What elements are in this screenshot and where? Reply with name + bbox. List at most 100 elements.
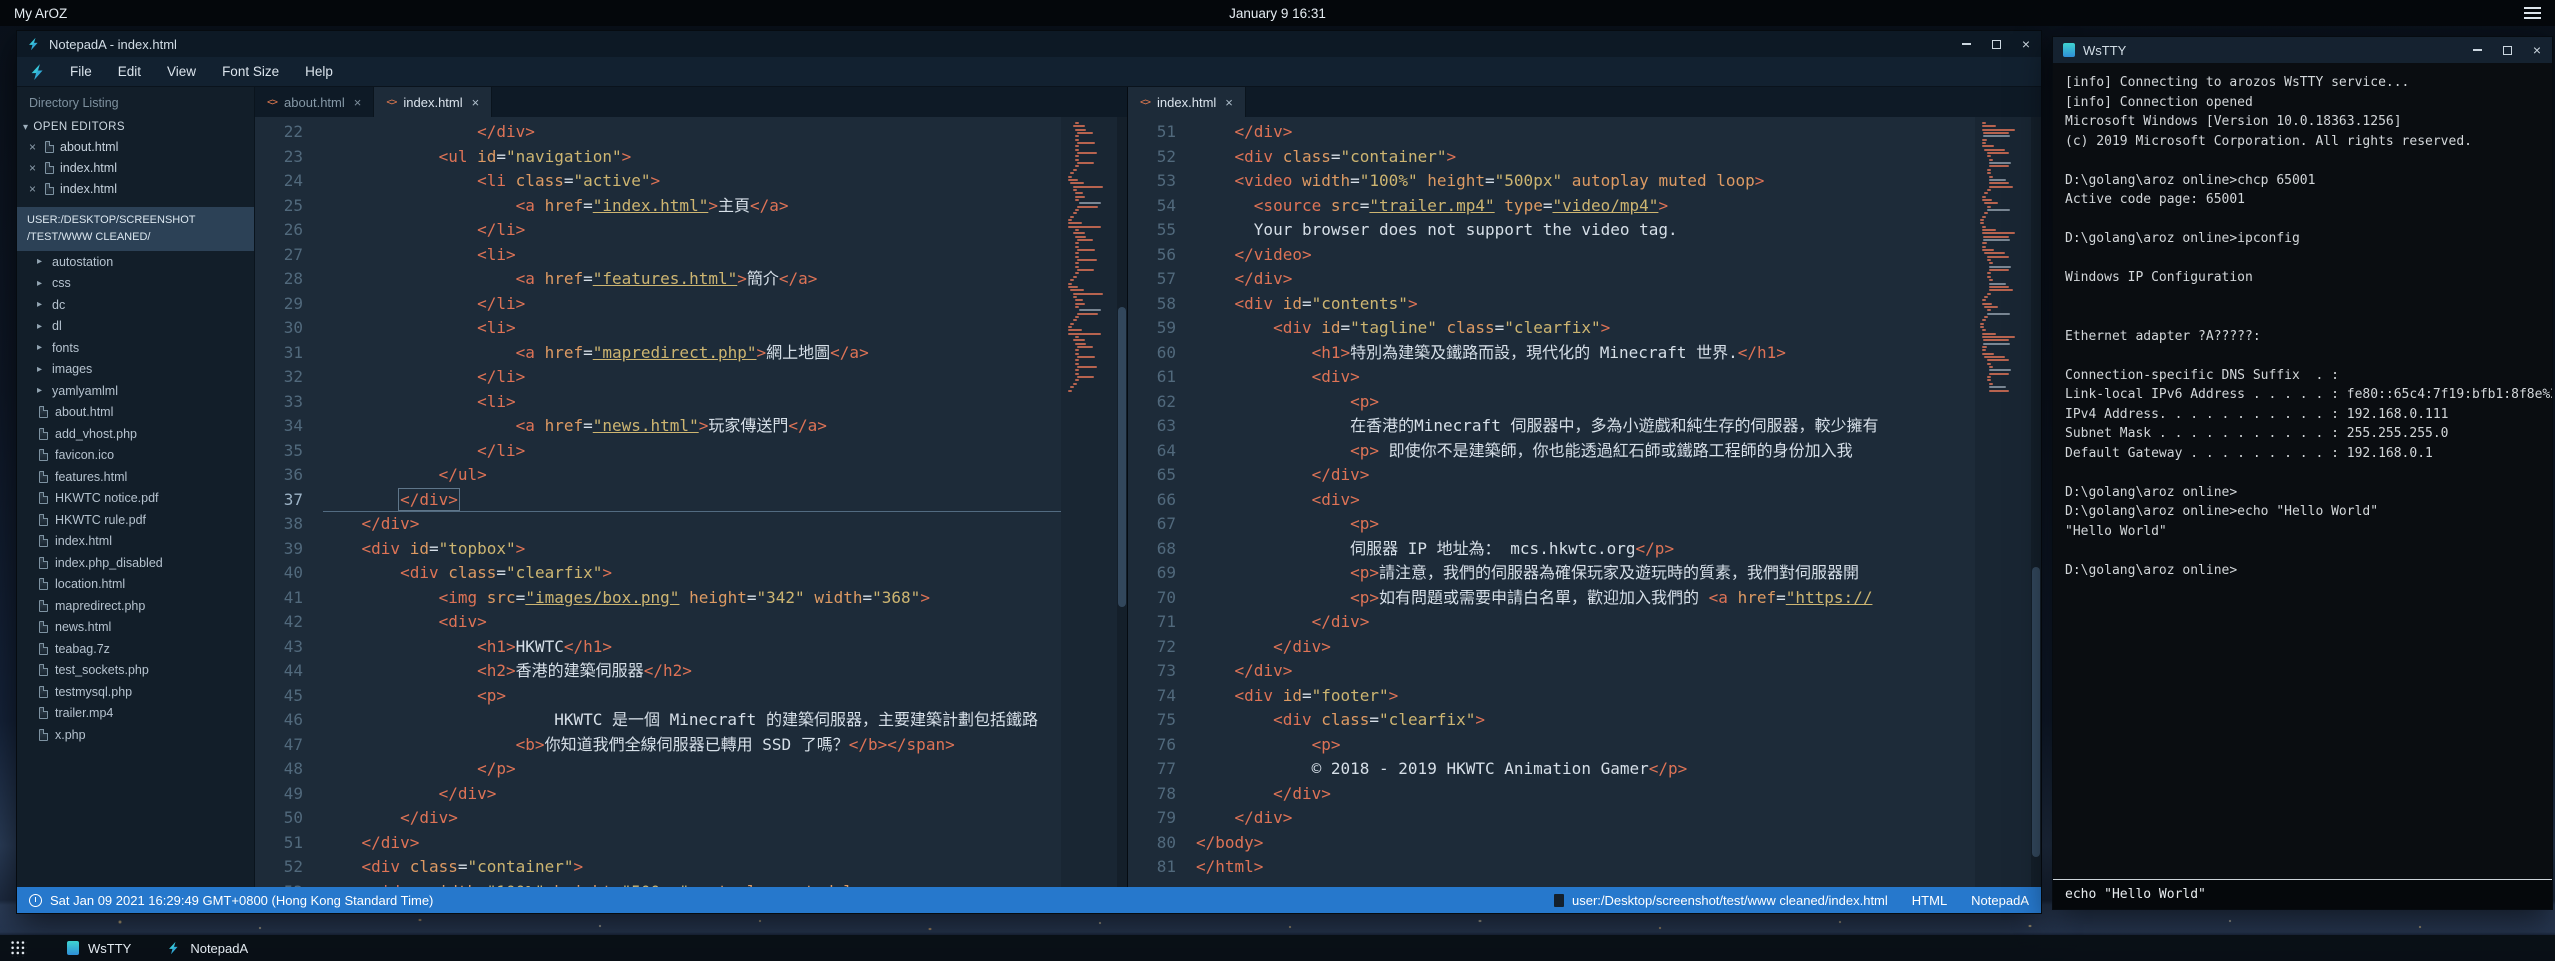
minimap-line	[1982, 246, 1986, 248]
terminal-line: (c) 2019 Microsoft Corporation. All righ…	[2065, 132, 2540, 152]
line-number: 51	[1128, 120, 1176, 145]
tab-index.html[interactable]: <>index.html×	[374, 87, 492, 117]
taskbar-item-notepada[interactable]: NotepadA	[151, 935, 264, 961]
code-editor[interactable]: </div> <ul id="navigation"> <li class="a…	[317, 117, 1061, 887]
file-item-news.html[interactable]: news.html	[17, 617, 254, 639]
menu-item-help[interactable]: Help	[292, 57, 346, 87]
maximize-button[interactable]	[2492, 37, 2522, 63]
folder-item-yamlyamlml[interactable]: ▸yamlyamlml	[17, 380, 254, 402]
wstty-titlebar[interactable]: WsTTY ×	[2053, 37, 2552, 63]
minimize-button[interactable]	[1951, 31, 1981, 57]
code-editor[interactable]: </div> <div class="container"> <video wi…	[1190, 117, 1975, 887]
line-number-gutter: 5152535455565758596061626364656667686970…	[1128, 117, 1190, 887]
terminal-line: D:\golang\aroz online>echo "Hello World"	[2065, 502, 2540, 522]
minimap-line	[1987, 189, 1991, 191]
minimap-line	[1984, 212, 1988, 214]
close-tab-icon[interactable]: ×	[354, 95, 362, 110]
minimap-line	[1075, 229, 1079, 231]
minimize-button[interactable]	[2462, 37, 2492, 63]
file-item-HKWTC notice.pdf[interactable]: HKWTC notice.pdf	[17, 488, 254, 510]
open-editor-item[interactable]: ×index.html	[17, 157, 254, 178]
folder-item-autostation[interactable]: ▸autostation	[17, 251, 254, 273]
minimap-line	[1987, 259, 1991, 261]
line-number: 28	[255, 267, 303, 292]
menu-item-font-size[interactable]: Font Size	[209, 57, 292, 87]
minimap-line	[1075, 155, 1079, 157]
close-button[interactable]: ×	[2522, 37, 2552, 63]
vertical-scrollbar[interactable]	[1117, 117, 1127, 887]
folder-item-fonts[interactable]: ▸fonts	[17, 337, 254, 359]
minimap[interactable]	[1975, 117, 2031, 887]
file-label: testmysql.php	[55, 685, 132, 699]
close-button[interactable]: ×	[2011, 31, 2041, 57]
minimap-line	[1980, 323, 1984, 325]
file-item-teabag.7z[interactable]: teabag.7z	[17, 638, 254, 660]
file-item-test_sockets.php[interactable]: test_sockets.php	[17, 660, 254, 682]
minimap-line	[1989, 383, 1993, 385]
notepada-titlebar[interactable]: NotepadA - index.html ×	[17, 31, 2041, 57]
close-tab-icon[interactable]: ×	[472, 95, 480, 110]
file-item-mapredirect.php[interactable]: mapredirect.php	[17, 595, 254, 617]
code-line: </div>	[1196, 782, 1975, 807]
minimap-line	[1987, 152, 2010, 154]
file-item-location.html[interactable]: location.html	[17, 574, 254, 596]
code-line: <div>	[323, 610, 1061, 635]
close-icon[interactable]: ×	[29, 182, 39, 196]
minimap-line	[1987, 293, 1991, 295]
folder-item-images[interactable]: ▸images	[17, 359, 254, 381]
file-item-x.php[interactable]: x.php	[17, 724, 254, 746]
file-item-about.html[interactable]: about.html	[17, 402, 254, 424]
minimap-line	[1079, 309, 1101, 311]
minimap-line	[1075, 209, 1079, 211]
minimap-line	[1989, 279, 1993, 281]
file-item-testmysql.php[interactable]: testmysql.php	[17, 681, 254, 703]
menu-item-file[interactable]: File	[57, 57, 105, 87]
line-number: 47	[255, 733, 303, 758]
open-editor-item[interactable]: ×about.html	[17, 136, 254, 157]
file-item-HKWTC rule.pdf[interactable]: HKWTC rule.pdf	[17, 509, 254, 531]
minimap-line	[1989, 286, 2009, 288]
line-number: 77	[1128, 757, 1176, 782]
folder-item-dc[interactable]: ▸dc	[17, 294, 254, 316]
scrollbar-thumb[interactable]	[1118, 307, 1126, 607]
close-tab-icon[interactable]: ×	[1225, 95, 1233, 110]
menu-item-edit[interactable]: Edit	[105, 57, 154, 87]
maximize-button[interactable]	[1981, 31, 2011, 57]
close-icon[interactable]: ×	[29, 161, 39, 175]
minimap-line	[1073, 186, 1104, 188]
tab-index.html[interactable]: <>index.html×	[1128, 87, 1246, 117]
terminal-output[interactable]: [info] Connecting to arozos WsTTY servic…	[2053, 63, 2552, 879]
file-item-features.html[interactable]: features.html	[17, 466, 254, 488]
file-item-index.php_disabled[interactable]: index.php_disabled	[17, 552, 254, 574]
file-item-index.html[interactable]: index.html	[17, 531, 254, 553]
minimap[interactable]	[1061, 117, 1117, 887]
file-item-favicon.ico[interactable]: favicon.ico	[17, 445, 254, 467]
minimap-line	[1982, 129, 2015, 131]
folder-item-dl[interactable]: ▸dl	[17, 316, 254, 338]
folder-item-css[interactable]: ▸css	[17, 273, 254, 295]
line-number: 33	[255, 390, 303, 415]
code-line: </div>	[323, 120, 1061, 145]
file-item-add_vhost.php[interactable]: add_vhost.php	[17, 423, 254, 445]
folder-label: autostation	[52, 255, 113, 269]
close-icon[interactable]: ×	[29, 140, 39, 154]
terminal-line	[2065, 151, 2540, 171]
apps-grid-icon[interactable]	[10, 940, 27, 957]
scrollbar-thumb[interactable]	[2032, 567, 2040, 857]
tab-about.html[interactable]: <>about.html×	[255, 87, 374, 117]
minimap-line	[1077, 356, 1095, 358]
workspace-line: /TEST/WWW CLEANED/	[27, 229, 244, 246]
minimap-line	[1987, 209, 2010, 211]
line-number: 55	[1128, 218, 1176, 243]
vertical-scrollbar[interactable]	[2031, 117, 2041, 887]
file-label: teabag.7z	[55, 642, 110, 656]
taskbar-item-wstty[interactable]: WsTTY	[51, 935, 147, 961]
menu-item-view[interactable]: View	[154, 57, 209, 87]
open-editor-item[interactable]: ×index.html	[17, 178, 254, 199]
file-item-trailer.mp4[interactable]: trailer.mp4	[17, 703, 254, 725]
hamburger-menu-icon[interactable]	[2524, 7, 2541, 19]
workspace-root-label[interactable]: USER:/DESKTOP/SCREENSHOT /TEST/WWW CLEAN…	[17, 207, 254, 251]
open-editors-header[interactable]: ▾ OPEN EDITORS	[17, 118, 254, 136]
line-number: 74	[1128, 684, 1176, 709]
terminal-input[interactable]	[2053, 879, 2552, 909]
